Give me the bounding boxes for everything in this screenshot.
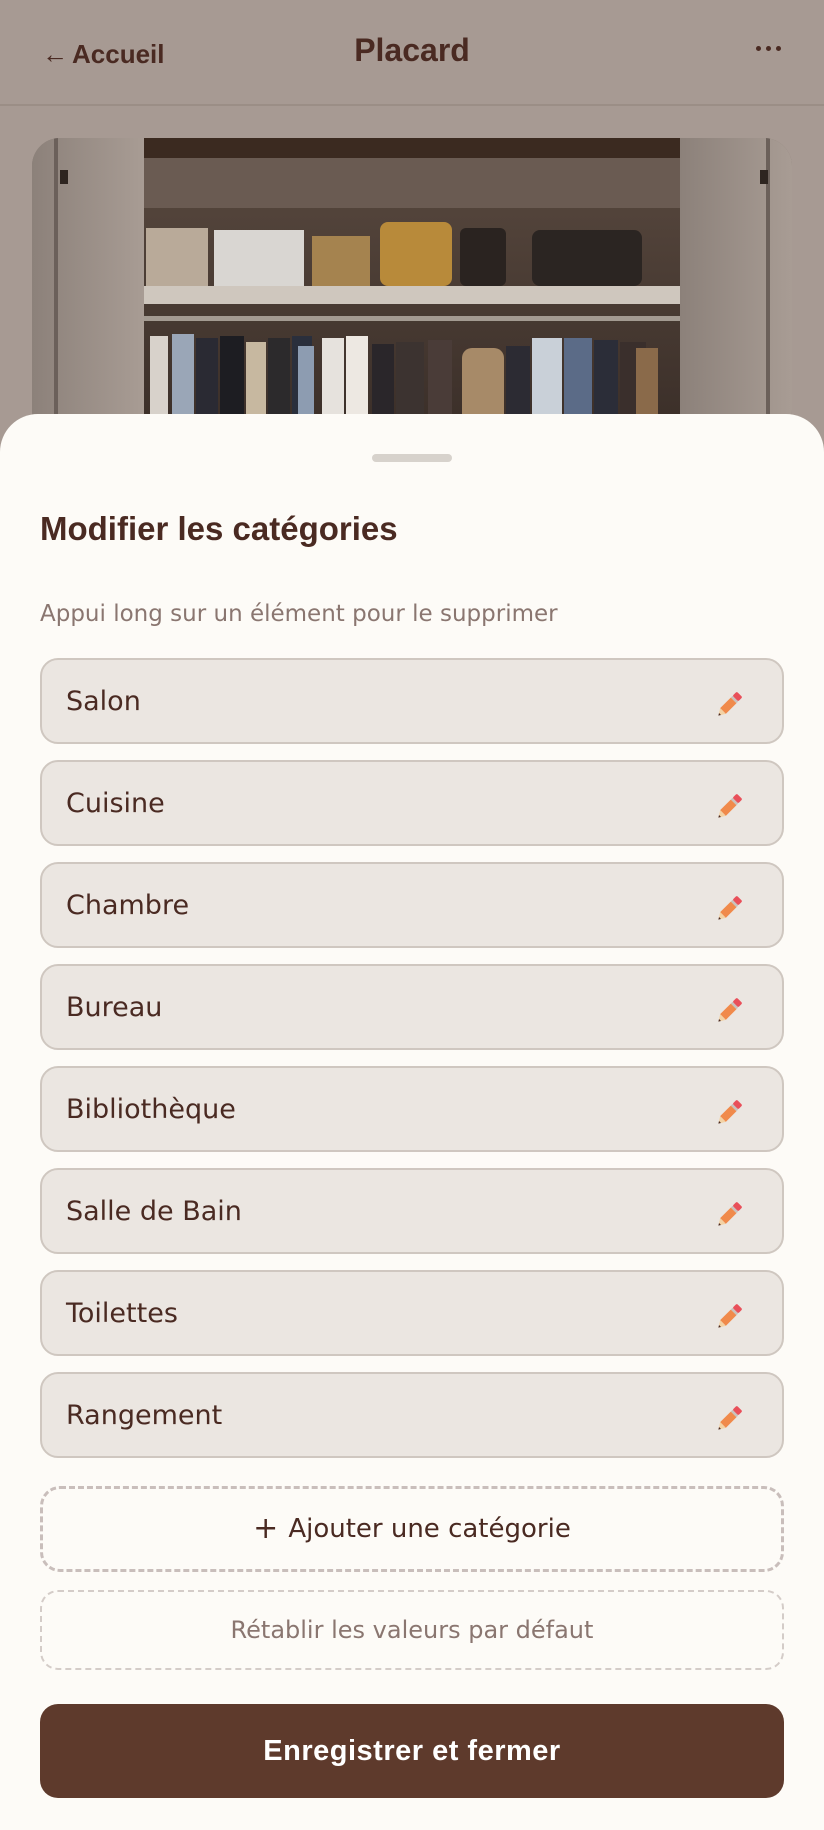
add-category-button[interactable]: + Ajouter une catégorie <box>40 1486 784 1572</box>
pencil-icon[interactable] <box>712 790 746 824</box>
pencil-icon[interactable] <box>712 994 746 1028</box>
category-item-salle-de-bain[interactable]: Salle de Bain <box>40 1168 784 1254</box>
save-and-close-label: Enregistrer et fermer <box>263 1734 561 1767</box>
more-dot-icon <box>775 45 781 51</box>
plus-icon: + <box>253 1511 279 1546</box>
category-label: Toilettes <box>66 1298 178 1329</box>
category-label: Chambre <box>66 890 190 921</box>
category-list: Salon Cuisine Chambre Bureau Bibliothèqu… <box>40 658 784 1474</box>
pencil-icon[interactable] <box>712 1198 746 1232</box>
pencil-icon[interactable] <box>712 1402 746 1436</box>
category-item-toilettes[interactable]: Toilettes <box>40 1270 784 1356</box>
header-divider <box>0 104 824 106</box>
long-press-hint: Appui long sur un élément pour le suppri… <box>40 601 558 627</box>
more-dot-icon <box>765 45 771 51</box>
category-label: Bureau <box>66 992 163 1023</box>
category-label: Cuisine <box>66 788 165 819</box>
more-dot-icon <box>755 45 761 51</box>
category-item-rangement[interactable]: Rangement <box>40 1372 784 1458</box>
add-category-label: Ajouter une catégorie <box>288 1514 571 1544</box>
reset-defaults-button[interactable]: Rétablir les valeurs par défaut <box>40 1590 784 1670</box>
pencil-icon[interactable] <box>712 1096 746 1130</box>
category-item-cuisine[interactable]: Cuisine <box>40 760 784 846</box>
page-title: Placard <box>354 32 470 68</box>
category-item-salon[interactable]: Salon <box>40 658 784 744</box>
pencil-icon[interactable] <box>712 892 746 926</box>
category-item-bureau[interactable]: Bureau <box>40 964 784 1050</box>
pencil-icon[interactable] <box>712 1300 746 1334</box>
more-options-button[interactable] <box>746 30 790 66</box>
closet-photo <box>32 138 792 438</box>
category-label: Rangement <box>66 1400 223 1431</box>
top-bar: ← Accueil Placard <box>0 0 824 104</box>
category-label: Salle de Bain <box>66 1196 242 1227</box>
category-label: Salon <box>66 686 141 717</box>
pencil-icon[interactable] <box>712 688 746 722</box>
category-item-bibliotheque[interactable]: Bibliothèque <box>40 1066 784 1152</box>
save-and-close-button[interactable]: Enregistrer et fermer <box>40 1704 784 1798</box>
sheet-drag-handle[interactable] <box>372 454 452 462</box>
category-item-chambre[interactable]: Chambre <box>40 862 784 948</box>
reset-defaults-label: Rétablir les valeurs par défaut <box>230 1616 594 1644</box>
edit-categories-sheet: Modifier les catégories Appui long sur u… <box>0 414 824 1830</box>
sheet-title: Modifier les catégories <box>40 510 398 547</box>
category-label: Bibliothèque <box>66 1094 236 1125</box>
